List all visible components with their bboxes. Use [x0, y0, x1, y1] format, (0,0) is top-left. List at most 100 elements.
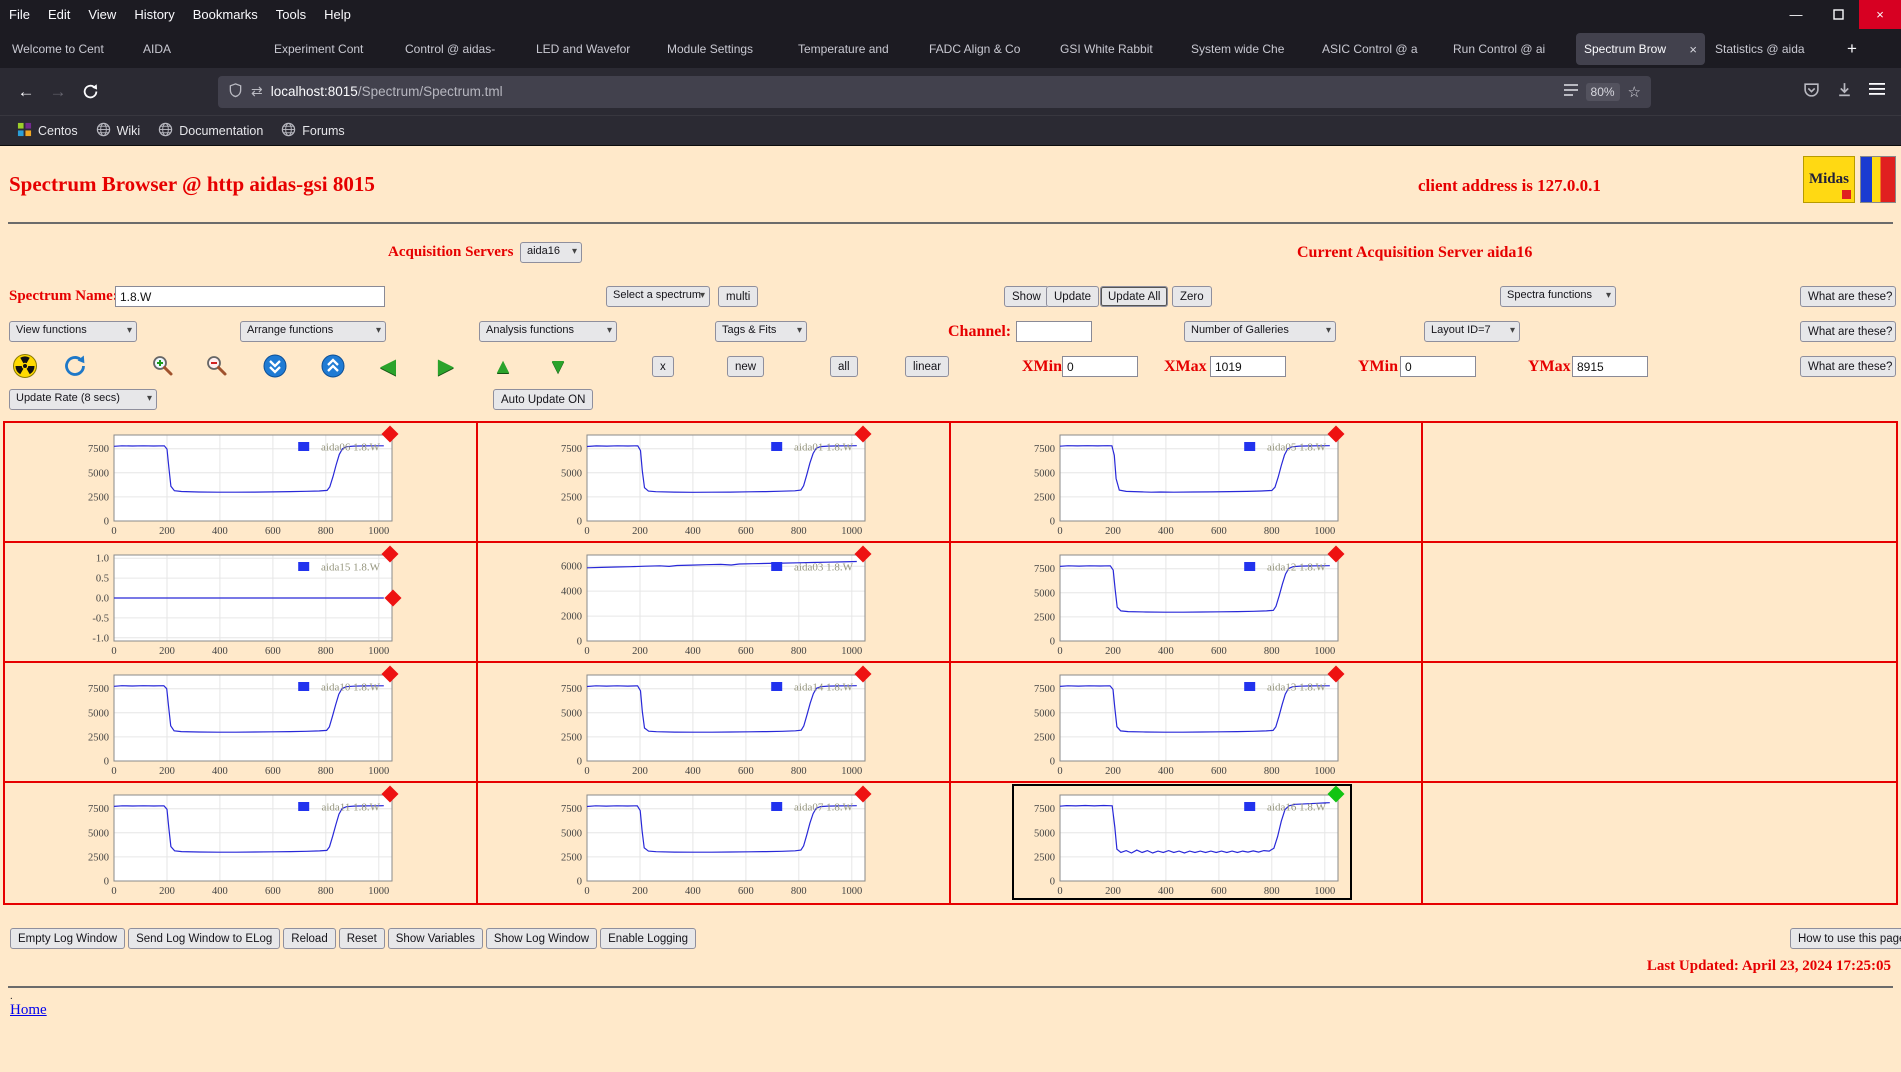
menu-hamburger-icon[interactable] [1869, 82, 1885, 101]
pocket-icon[interactable] [1803, 81, 1820, 103]
url-input[interactable]: localhost:8015/Spectrum/Spectrum.tml [271, 84, 503, 99]
tab-statistics-aida[interactable]: Statistics @ aida [1707, 33, 1836, 65]
tab-close-icon[interactable]: × [1689, 42, 1697, 57]
close-button[interactable]: × [1859, 0, 1901, 29]
arrange-functions-dropdown[interactable]: Arrange functions ▾ [240, 321, 386, 342]
spectrum-chart-aida16[interactable]: 0 2500 5000 7500 0 200 400 600 800 1000 aida16 1.8… [1014, 785, 1350, 898]
spectrum-chart-aida12[interactable]: 0 2500 5000 7500 0 200 400 600 800 1000 aida12 1.8… [1014, 545, 1350, 658]
what-are-these-button-2[interactable]: What are these? [1800, 321, 1896, 342]
forward-button[interactable]: → [42, 77, 74, 107]
ymax-input[interactable] [1572, 356, 1648, 377]
green-up-arrow-icon[interactable]: ▲ [490, 353, 516, 379]
reload-button[interactable]: Reload [283, 928, 336, 949]
download-icon[interactable] [1836, 81, 1853, 103]
connection-icon[interactable]: ⇄ [251, 83, 263, 100]
refresh-icon[interactable] [62, 353, 88, 379]
zero-button[interactable]: Zero [1172, 286, 1212, 307]
how-to-use-button[interactable]: How to use this page [1790, 928, 1901, 949]
green-down-arrow-icon[interactable]: ▼ [545, 353, 571, 379]
bookmark-star-icon[interactable]: ☆ [1628, 83, 1641, 101]
maximize-button[interactable] [1817, 0, 1859, 29]
new-button[interactable]: new [727, 356, 765, 377]
bookmark-forums[interactable]: Forums [272, 119, 353, 143]
shield-icon[interactable] [228, 82, 243, 101]
tab-welcome-to-cent[interactable]: Welcome to Cent [4, 33, 133, 65]
spectrum-chart-aida10[interactable]: 0 2500 5000 7500 0 200 400 600 800 1000 aida10 1.8… [68, 665, 404, 778]
update-all-button[interactable]: Update All [1100, 286, 1169, 307]
tab-led-and-wavefor[interactable]: LED and Wavefor [528, 33, 657, 65]
view-functions-dropdown[interactable]: View functions ▾ [9, 321, 137, 342]
tab-fadc-align-co[interactable]: FADC Align & Co [921, 33, 1050, 65]
spectra-functions-dropdown[interactable]: Spectra functions ▾ [1500, 286, 1616, 307]
linear-button[interactable]: linear [905, 356, 950, 377]
multi-button[interactable]: multi [718, 286, 759, 307]
enable-logging-button[interactable]: Enable Logging [600, 928, 697, 949]
tab-run-control-ai[interactable]: Run Control @ ai [1445, 33, 1574, 65]
channel-input[interactable] [1016, 321, 1092, 342]
new-tab-button[interactable]: + [1837, 34, 1867, 64]
tab-experiment-cont[interactable]: Experiment Cont [266, 33, 395, 65]
spectrum-chart-aida01[interactable]: 0 2500 5000 7500 0 200 400 600 800 1000 aida01 1.8… [541, 425, 877, 538]
x-button[interactable]: x [652, 356, 674, 377]
radiation-icon[interactable] [12, 353, 38, 379]
select-spectrum-dropdown[interactable]: Select a spectrum ▾ [606, 286, 710, 307]
reset-button[interactable]: Reset [338, 928, 385, 949]
empty-log-window-button[interactable]: Empty Log Window [10, 928, 126, 949]
tab-temperature-and[interactable]: Temperature and [790, 33, 919, 65]
home-link[interactable]: Home [10, 1002, 47, 1019]
blue-expand-icon[interactable] [320, 353, 346, 379]
what-are-these-button-1[interactable]: What are these? [1800, 286, 1896, 307]
spectrum-chart-aida05[interactable]: 0 2500 5000 7500 0 200 400 600 800 1000 aida05 1.8… [1014, 425, 1350, 538]
tags-fits-dropdown[interactable]: Tags & Fits ▾ [715, 321, 807, 342]
what-are-these-button-3[interactable]: What are these? [1800, 356, 1896, 377]
xmin-input[interactable] [1062, 356, 1138, 377]
number-of-galleries-dropdown[interactable]: Number of Galleries ▾ [1184, 321, 1336, 342]
tab-spectrum-brow[interactable]: Spectrum Brow × [1576, 33, 1705, 65]
blue-collapse-icon[interactable] [262, 353, 288, 379]
show-log-window-button[interactable]: Show Log Window [485, 928, 598, 949]
green-right-arrow-icon[interactable]: ▶ [433, 353, 459, 379]
menu-tools[interactable]: Tools [267, 7, 315, 22]
show-variables-button[interactable]: Show Variables [387, 928, 483, 949]
tab-gsi-white-rabbit[interactable]: GSI White Rabbit [1052, 33, 1181, 65]
bookmark-wiki[interactable]: Wiki [87, 119, 150, 143]
all-button[interactable]: all [830, 356, 858, 377]
spectrum-name-input[interactable] [115, 286, 385, 307]
zoom-out-icon[interactable] [204, 353, 230, 379]
bookmark-documentation[interactable]: Documentation [149, 119, 272, 143]
tab-module-settings[interactable]: Module Settings [659, 33, 788, 65]
reload-button[interactable] [74, 77, 106, 107]
spectrum-chart-aida14[interactable]: 0 2500 5000 7500 0 200 400 600 800 1000 aida14 1.8… [541, 665, 877, 778]
spectrum-chart-aida06[interactable]: 0 2500 5000 7500 0 200 400 600 800 1000 aida06 1.8… [68, 425, 404, 538]
tab-aida[interactable]: AIDA [135, 33, 264, 65]
menu-view[interactable]: View [79, 7, 125, 22]
xmax-input[interactable] [1210, 356, 1286, 377]
menu-history[interactable]: History [125, 7, 183, 22]
reader-mode-icon[interactable] [1563, 84, 1578, 99]
url-bar[interactable]: ⇄ localhost:8015/Spectrum/Spectrum.tml 8… [218, 75, 1651, 108]
menu-edit[interactable]: Edit [39, 7, 79, 22]
green-left-arrow-icon[interactable]: ◀ [375, 353, 401, 379]
menu-file[interactable]: File [0, 7, 39, 22]
gsi-logo[interactable] [1860, 156, 1896, 203]
menu-bookmarks[interactable]: Bookmarks [184, 7, 267, 22]
minimize-button[interactable]: — [1775, 0, 1817, 29]
auto-update-button[interactable]: Auto Update ON [493, 389, 594, 410]
spectrum-chart-aida13[interactable]: 0 2500 5000 7500 0 200 400 600 800 1000 aida13 1.8… [1014, 665, 1350, 778]
zoom-in-icon[interactable] [150, 353, 176, 379]
spectrum-chart-aida03[interactable]: 0 2000 4000 6000 0 200 400 600 800 1000 aida03 1.8… [541, 545, 877, 658]
back-button[interactable]: ← [10, 77, 42, 107]
spectrum-chart-aida07[interactable]: 0 2500 5000 7500 0 200 400 600 800 1000 aida07 1.8… [541, 785, 877, 898]
spectrum-chart-aida11[interactable]: 0 2500 5000 7500 0 200 400 600 800 1000 aida11 1.8… [68, 785, 404, 898]
ymin-input[interactable] [1400, 356, 1476, 377]
bookmark-centos[interactable]: Centos [8, 119, 87, 143]
send-log-window-to-elog-button[interactable]: Send Log Window to ELog [128, 928, 281, 949]
acquisition-server-select[interactable]: aida16 ▾ [520, 242, 582, 263]
zoom-level[interactable]: 80% [1585, 82, 1620, 101]
tab-asic-control-a[interactable]: ASIC Control @ a [1314, 33, 1443, 65]
update-rate-dropdown[interactable]: Update Rate (8 secs) ▾ [9, 389, 157, 410]
spectrum-chart-aida15[interactable]: -1.0 -0.5 0.0 0.5 1.0 0 200 400 600 800 1000 aida15… [68, 545, 404, 658]
tab-system-wide-che[interactable]: System wide Che [1183, 33, 1312, 65]
layout-id-dropdown[interactable]: Layout ID=7 ▾ [1424, 321, 1520, 342]
update-button[interactable]: Update [1046, 286, 1100, 307]
